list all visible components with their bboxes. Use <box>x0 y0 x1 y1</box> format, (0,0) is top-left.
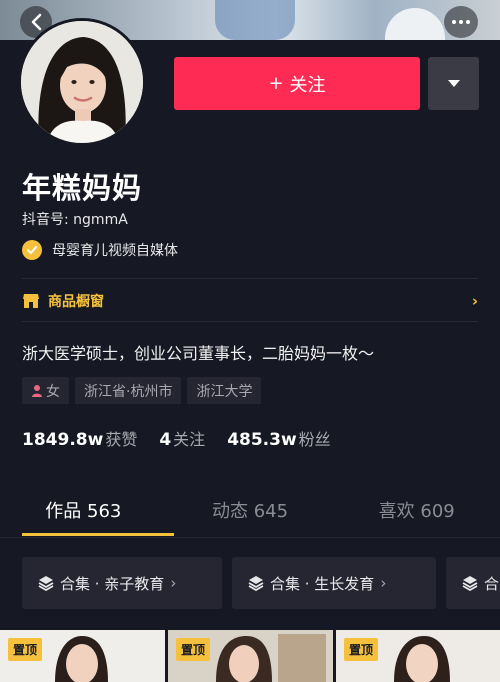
tab-likes[interactable]: 喜欢 609 <box>333 492 500 536</box>
dot-icon <box>466 20 470 24</box>
video-thumbnail[interactable]: 置顶 <box>0 630 165 682</box>
more-options-button[interactable] <box>444 6 478 38</box>
content-tabs: 作品 563 动态 645 喜欢 609 <box>0 492 500 536</box>
follow-label: 关注 <box>289 74 326 96</box>
collection-label: 合 <box>484 574 500 593</box>
chevron-right-icon: › <box>380 574 387 592</box>
followers-label[interactable]: 粉丝 <box>299 426 331 450</box>
gender-tag: 女 <box>22 377 69 404</box>
layers-icon <box>38 576 54 591</box>
collections-row: 合集 · 亲子教育 › 合集 · 生长发育 › 合 <box>0 557 500 609</box>
shop-icon <box>23 294 39 308</box>
location-label: 浙江省·杭州市 <box>84 383 173 400</box>
location-tag: 浙江省·杭州市 <box>75 377 182 404</box>
layers-icon <box>462 576 478 591</box>
followers-count[interactable]: 485.3w <box>227 430 296 450</box>
pinned-badge: 置顶 <box>176 638 211 661</box>
divider <box>22 321 478 322</box>
female-icon <box>32 385 42 397</box>
chevron-right-icon: › <box>471 292 478 310</box>
following-label[interactable]: 关注 <box>173 426 205 450</box>
divider <box>22 278 478 279</box>
profile-tags: 女 浙江省·杭州市 浙江大学 <box>22 377 262 404</box>
collection-more[interactable]: 合 <box>446 557 500 609</box>
caret-down-icon <box>447 80 460 87</box>
video-thumbnail[interactable]: 置顶 <box>168 630 333 682</box>
video-thumbnail[interactable]: 置顶 <box>336 630 500 682</box>
likes-label: 获赞 <box>105 430 138 449</box>
douyin-id: 抖音号: ngmmA <box>22 212 128 228</box>
gender-label: 女 <box>46 383 60 400</box>
verification-row: 母婴育儿视频自媒体 <box>22 240 178 260</box>
pinned-badge: 置顶 <box>8 638 43 661</box>
avatar[interactable] <box>18 18 146 146</box>
pinned-badge: 置顶 <box>344 638 379 661</box>
plus-icon: + <box>268 73 284 94</box>
chevron-right-icon: › <box>170 574 177 592</box>
verification-text: 母婴育儿视频自媒体 <box>52 243 178 259</box>
video-grid: 置顶 置顶 置顶 <box>0 630 500 682</box>
layers-icon <box>248 576 264 591</box>
shop-window-label: 商品橱窗 <box>48 294 104 310</box>
active-tab-indicator <box>22 533 174 536</box>
collection-parenting[interactable]: 合集 · 亲子教育 › <box>22 557 222 609</box>
collection-label: 合集 · 生长发育 <box>270 574 375 593</box>
verified-check-icon <box>22 240 42 260</box>
bio-text: 浙大医学硕士，创业公司董事长，二胎妈妈一枚～ <box>22 344 375 363</box>
dot-icon <box>452 20 456 24</box>
dot-icon <box>459 20 463 24</box>
tab-activity[interactable]: 动态 645 <box>167 492 334 536</box>
chevron-left-icon <box>31 13 42 31</box>
school-label: 浙江大学 <box>196 383 253 400</box>
recommend-dropdown-button[interactable] <box>428 57 479 110</box>
divider <box>0 537 500 538</box>
shop-window-row[interactable]: 商品橱窗 › <box>22 290 478 312</box>
likes-count: 1849.8w <box>22 430 104 450</box>
school-tag: 浙江大学 <box>187 377 262 404</box>
tab-works[interactable]: 作品 563 <box>0 492 167 536</box>
follow-button[interactable]: + 关注 <box>174 57 420 110</box>
profile-name: 年糕妈妈 <box>22 171 143 205</box>
stats-row: 1849.8w 获赞 4 关注 485.3w 粉丝 <box>22 426 331 450</box>
following-count[interactable]: 4 <box>159 430 171 450</box>
collection-growth[interactable]: 合集 · 生长发育 › <box>232 557 436 609</box>
collection-label: 合集 · 亲子教育 <box>60 574 165 593</box>
